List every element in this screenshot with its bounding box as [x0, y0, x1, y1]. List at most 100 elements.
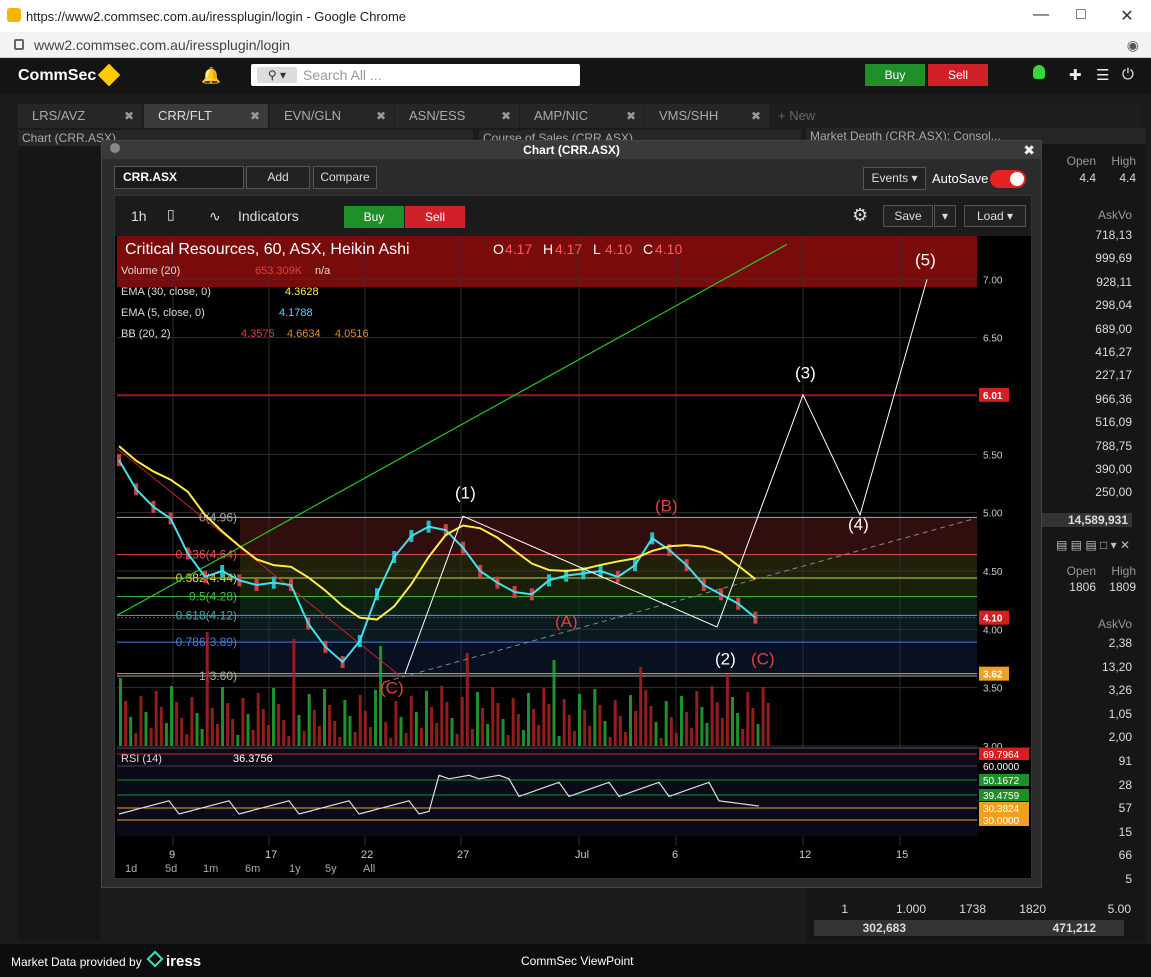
legend-ema30-label: EMA (30, close, 0): [121, 286, 211, 298]
menu-icon[interactable]: ☰: [1096, 66, 1109, 84]
range-button[interactable]: 5y: [325, 863, 337, 875]
autosave-toggle[interactable]: [990, 170, 1026, 188]
power-icon[interactable]: ⏻: [1122, 66, 1134, 83]
volume-bar: [292, 639, 296, 746]
bell-icon[interactable]: 🔔: [201, 66, 221, 86]
close-icon[interactable]: ✖: [1023, 142, 1035, 159]
eye-icon[interactable]: ◉: [1127, 37, 1139, 54]
candlestick-icon[interactable]: ▯: [167, 206, 175, 223]
rsi-value: 36.3756: [233, 753, 273, 765]
volume-bar: [583, 710, 587, 746]
range-button[interactable]: 5d: [165, 863, 177, 875]
range-button[interactable]: All: [363, 863, 375, 875]
close-tab-icon[interactable]: ✖: [751, 104, 761, 128]
minimize-icon[interactable]: —: [1031, 6, 1051, 24]
search-icon[interactable]: ⚲ ▾: [257, 67, 297, 83]
close-tab-icon[interactable]: ✖: [626, 104, 636, 128]
symbol-input[interactable]: CRR.ASX: [114, 166, 244, 189]
add-icon[interactable]: ✚: [1069, 66, 1082, 84]
md-high-header-2: High: [1111, 564, 1136, 578]
indicators-button[interactable]: Indicators: [238, 208, 299, 224]
md-askvol-cell: 227,17: [1095, 368, 1132, 383]
new-tab-button[interactable]: + New: [778, 104, 815, 128]
ohlc-key: C: [643, 241, 653, 257]
md-total-bid: 302,683: [862, 921, 906, 935]
volume-bar: [261, 709, 265, 746]
y-tick-label: 4.50: [983, 567, 1003, 578]
volume-bar: [527, 693, 530, 746]
tab-vms-shh[interactable]: VMS/SHH ✖: [645, 104, 769, 128]
search-box[interactable]: ⚲ ▾ Search All ...: [251, 64, 580, 86]
events-dropdown[interactable]: Events ▾: [863, 167, 926, 190]
volume-bar: [481, 708, 485, 746]
volume-bar: [241, 698, 245, 746]
volume-bar: [404, 733, 408, 746]
add-button[interactable]: Add: [246, 166, 310, 189]
sell-button[interactable]: Sell: [928, 64, 988, 86]
volume-bar: [175, 702, 179, 746]
volume-bar: [685, 712, 689, 746]
indicators-icon[interactable]: ∿: [209, 208, 221, 225]
close-tab-icon[interactable]: ✖: [250, 104, 260, 128]
tab-asn-ess[interactable]: ASN/ESS ✖: [395, 104, 519, 128]
volume-bar: [134, 733, 138, 746]
chart-buy-button[interactable]: Buy: [344, 206, 404, 228]
volume-bar: [465, 653, 469, 746]
md-footer-cell: 5.00: [1107, 902, 1131, 916]
ohlc-value: 4.10: [605, 241, 632, 257]
load-dropdown[interactable]: Load ▾: [964, 205, 1026, 227]
save-dropdown-icon[interactable]: ▾: [934, 205, 956, 227]
price-chart-svg[interactable]: 7.006.506.005.505.004.504.003.503.009172…: [115, 236, 1031, 878]
compare-button[interactable]: Compare: [313, 166, 377, 189]
tab-label: VMS/SHH: [659, 108, 719, 123]
rsi-level-label: 30.3824: [983, 804, 1020, 815]
tab-lrs-avz[interactable]: LRS/AVZ ✖: [18, 104, 142, 128]
volume-bar: [567, 715, 571, 746]
chart-sell-button[interactable]: Sell: [405, 206, 465, 228]
chart-area[interactable]: 1h ▯ ∿ Indicators Buy Sell ⚙ Save ▾ Load…: [114, 195, 1032, 879]
volume-bar: [608, 737, 612, 746]
volume-bar: [221, 687, 224, 746]
price-label: 6.01: [983, 391, 1003, 402]
legend-volume-extra: n/a: [315, 265, 331, 277]
interval-selector[interactable]: 1h: [131, 208, 147, 224]
range-button[interactable]: 6m: [245, 863, 260, 875]
md-footer-cell: 1: [841, 902, 848, 916]
chart-title: Critical Resources, 60, ASX, Heikin Ashi: [125, 241, 410, 258]
settings-gear-icon[interactable]: ⚙: [852, 205, 868, 226]
save-button[interactable]: Save: [883, 205, 933, 227]
buy-button[interactable]: Buy: [865, 64, 925, 86]
address-bar[interactable]: www2.commsec.com.au/iressplugin/login ◉: [0, 32, 1151, 58]
logo-diamond-icon: [97, 63, 121, 87]
md-toolbar-icons[interactable]: ▤ ▤ ▤ □ ▾ ✕: [1056, 538, 1136, 552]
close-tab-icon[interactable]: ✖: [124, 104, 134, 128]
volume-bar: [139, 696, 143, 746]
md-askvol-cell: 57: [1118, 801, 1132, 816]
lightbulb-icon[interactable]: [1033, 65, 1045, 79]
md-askvol-cell: 28: [1118, 777, 1132, 792]
volume-bar: [731, 697, 734, 746]
volume-bar: [236, 735, 240, 746]
close-tab-icon[interactable]: ✖: [376, 104, 386, 128]
volume-bar: [516, 714, 520, 746]
tab-amp-nic[interactable]: AMP/NIC ✖: [520, 104, 644, 128]
volume-bar: [618, 716, 622, 746]
maximize-icon[interactable]: □: [1071, 6, 1091, 24]
tab-crr-flt[interactable]: CRR/FLT ✖: [144, 104, 268, 128]
tab-evn-gln[interactable]: EVN/GLN ✖: [270, 104, 394, 128]
volume-bar: [282, 720, 286, 746]
range-button[interactable]: 1m: [203, 863, 218, 875]
volume-bar: [144, 712, 148, 746]
chart-toolbar: 1h ▯ ∿ Indicators Buy Sell ⚙ Save ▾ Load…: [115, 196, 1031, 236]
volume-bar: [572, 731, 576, 746]
range-button[interactable]: 1y: [289, 863, 301, 875]
url-text[interactable]: www2.commsec.com.au/iressplugin/login: [34, 37, 290, 53]
md-askvol-cell: 999,69: [1095, 251, 1132, 266]
events-label: Events: [871, 171, 909, 185]
close-tab-icon[interactable]: ✖: [501, 104, 511, 128]
volume-bar: [119, 678, 122, 746]
range-button[interactable]: 1d: [125, 863, 137, 875]
volume-bar: [562, 699, 566, 746]
close-icon[interactable]: ✕: [1117, 6, 1137, 26]
search-input[interactable]: Search All ...: [303, 67, 382, 83]
